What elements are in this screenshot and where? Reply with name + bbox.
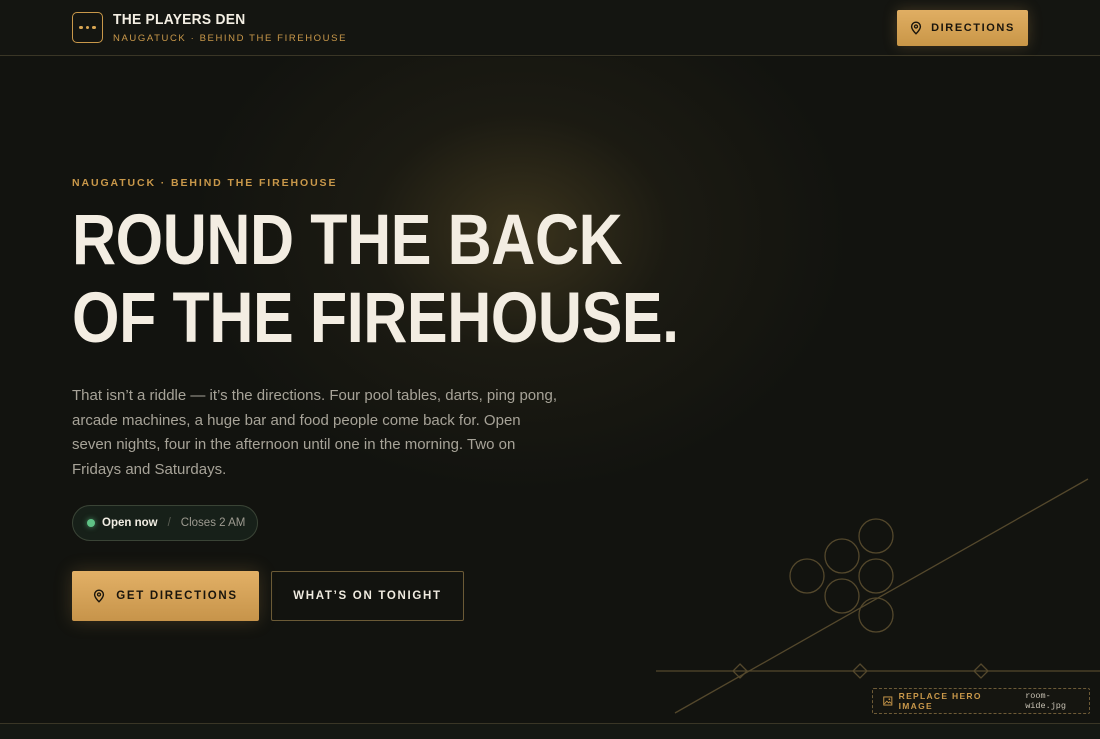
get-directions-button[interactable]: GET DIRECTIONS: [72, 571, 259, 621]
status-open-label: Open now: [102, 517, 158, 529]
replace-hero-image-label: REPLACE HERO IMAGE: [898, 691, 982, 711]
site-header: THE PLAYERS DEN NAUGATUCK · BEHIND THE F…: [0, 0, 1100, 56]
status-closing-time: Closes 2 AM: [180, 517, 246, 529]
rail-diamond: [973, 663, 989, 679]
rail-diamond: [732, 663, 748, 679]
image-icon: [883, 696, 893, 706]
pool-ball: [858, 518, 894, 554]
brand-subtitle: NAUGATUCK · BEHIND THE FIREHOUSE: [113, 33, 348, 44]
whats-on-tonight-label: WHAT’S ON TONIGHT: [293, 590, 442, 602]
hero-headline: ROUND THE BACK OF THE FIREHOUSE.: [72, 202, 679, 358]
hero-eyebrow: NAUGATUCK · BEHIND THE FIREHOUSE: [72, 177, 338, 189]
pool-ball: [789, 558, 825, 594]
whats-on-tonight-button[interactable]: WHAT’S ON TONIGHT: [271, 571, 464, 621]
hero-image-filename: room-wide.jpg: [1025, 691, 1067, 711]
menu-dots-icon[interactable]: [72, 12, 103, 43]
status-separator: /: [167, 517, 171, 529]
headline-line-1: ROUND THE BACK: [72, 201, 623, 280]
next-section-edge: [0, 723, 1100, 739]
header-directions-button[interactable]: DIRECTIONS: [897, 10, 1028, 46]
brand-name[interactable]: THE PLAYERS DEN: [113, 11, 245, 28]
pool-ball: [858, 558, 894, 594]
header-directions-label: DIRECTIONS: [931, 22, 1015, 34]
get-directions-label: GET DIRECTIONS: [116, 590, 238, 602]
map-pin-icon: [94, 589, 105, 603]
replace-hero-image-button[interactable]: REPLACE HERO IMAGE room-wide.jpg: [872, 688, 1090, 714]
hero-description: That isn’t a riddle — it’s the direction…: [72, 387, 557, 478]
map-pin-icon: [910, 21, 922, 35]
pool-ball: [858, 597, 894, 633]
hero-section: NAUGATUCK · BEHIND THE FIREHOUSE ROUND T…: [0, 57, 1100, 723]
headline-line-2: OF THE FIREHOUSE.: [72, 279, 679, 358]
open-status-badge: Open now / Closes 2 AM: [72, 505, 258, 541]
rail-diamond: [852, 663, 868, 679]
cue-line: [674, 478, 1089, 714]
pool-ball: [824, 538, 860, 574]
pool-ball: [824, 578, 860, 614]
status-dot-icon: [87, 519, 95, 527]
